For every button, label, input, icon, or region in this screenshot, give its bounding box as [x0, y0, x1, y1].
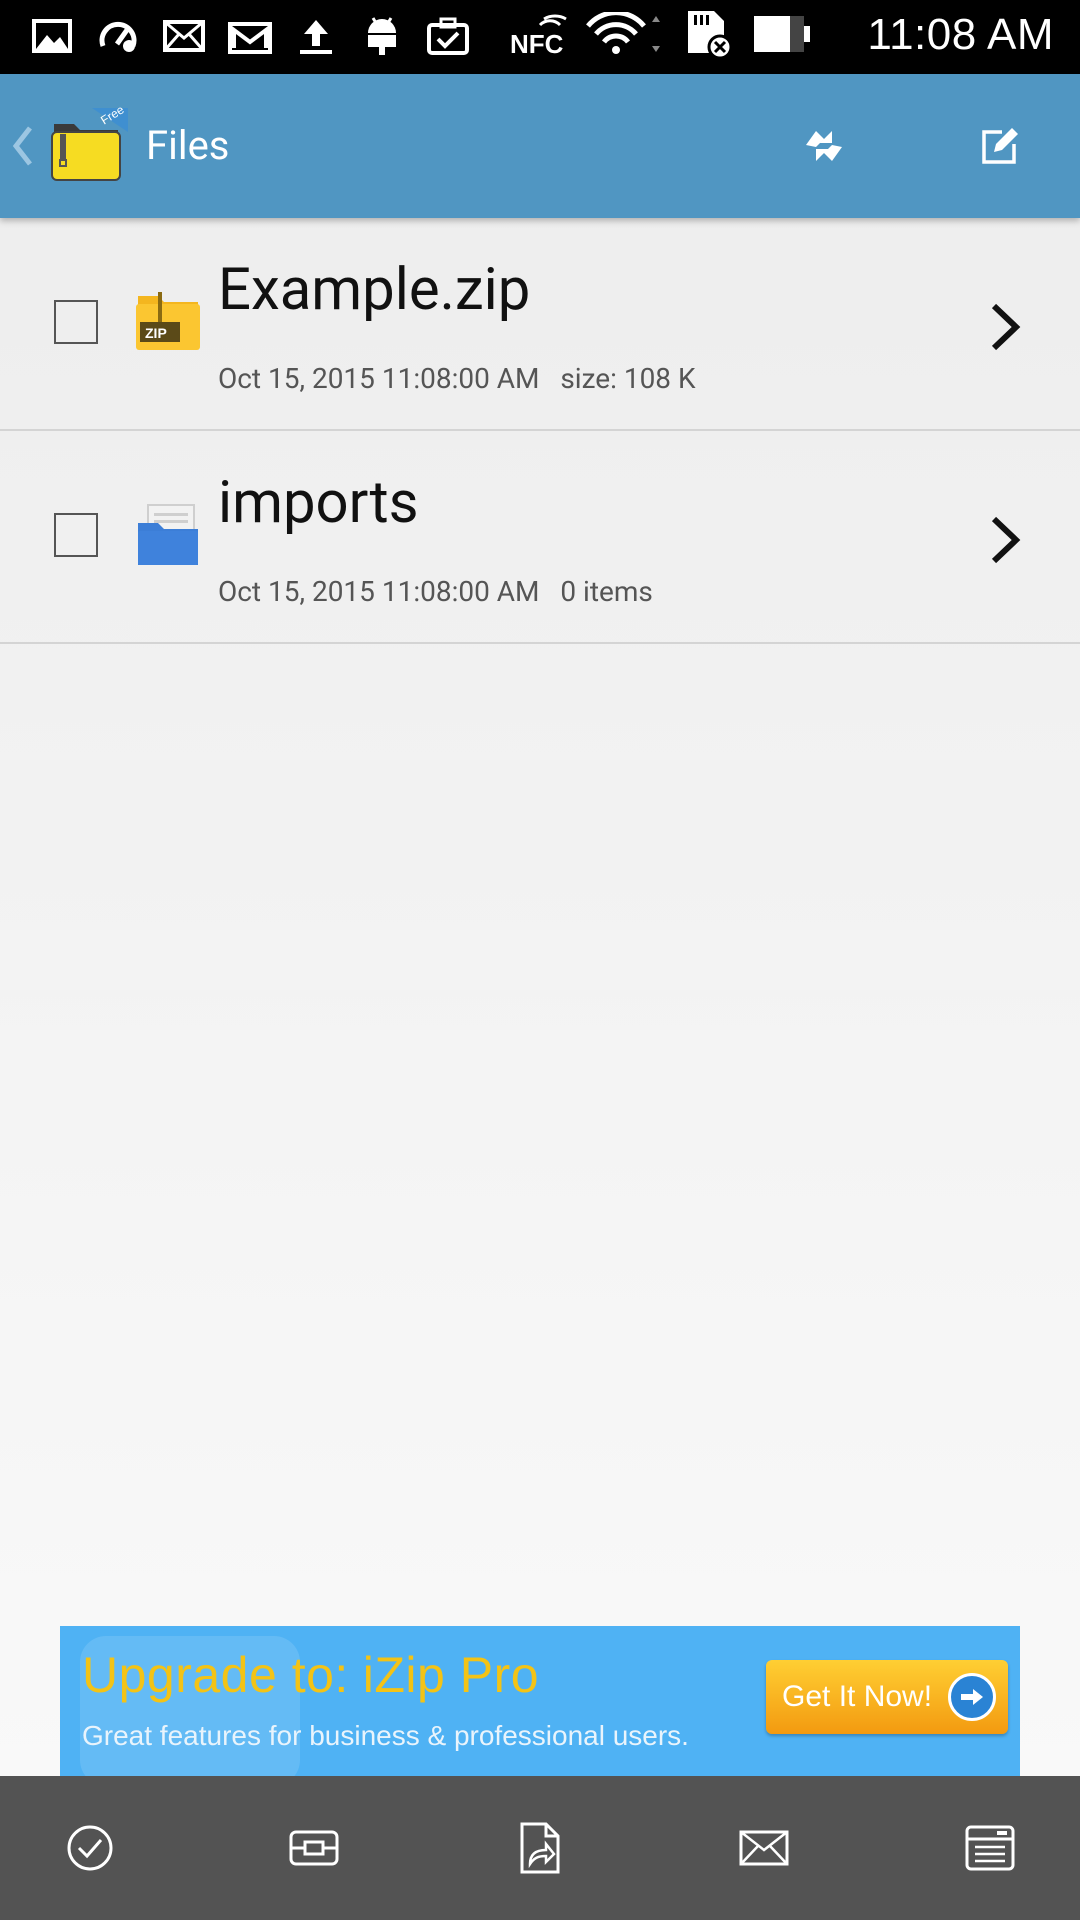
email-icon: [739, 1830, 789, 1866]
app-bar: Free Files: [0, 74, 1080, 218]
file-name: imports: [218, 469, 419, 537]
nfc-icon: NFC: [510, 12, 568, 57]
edit-button[interactable]: [972, 118, 1028, 174]
file-meta: Oct 15, 2015 11:08:00 AM 0 items: [218, 575, 653, 608]
archive-button[interactable]: [956, 1814, 1024, 1882]
speed-test-icon: [96, 14, 140, 58]
status-bar: NFC 11:08 AM: [0, 0, 1080, 74]
refresh-button[interactable]: [796, 118, 852, 174]
file-meta: Oct 15, 2015 11:08:00 AM size: 108 K: [218, 362, 696, 395]
wifi-icon: [586, 12, 666, 56]
battery-icon: [752, 12, 812, 56]
file-date: Oct 15, 2015 11:08:00 AM: [218, 575, 540, 608]
extract-icon: [289, 1830, 339, 1866]
bottom-toolbar: [0, 1776, 1080, 1920]
clipboard-check-icon: [426, 14, 470, 58]
file-name: Example.zip: [218, 256, 531, 324]
app-logo[interactable]: Free: [48, 102, 128, 190]
android-icon: [360, 14, 404, 58]
gmail-icon: [228, 14, 272, 58]
chevron-right-icon[interactable]: [988, 515, 1022, 569]
chevron-right-icon[interactable]: [988, 302, 1022, 356]
file-size: size: 108 K: [560, 362, 696, 395]
ad-title: Upgrade to: iZip Pro: [82, 1646, 539, 1704]
refresh-icon: [806, 131, 842, 161]
sd-card-error-icon: [684, 11, 734, 59]
back-button[interactable]: [10, 122, 34, 174]
share-icon: [520, 1822, 560, 1874]
notification-icons: [30, 14, 470, 58]
upload-icon: [294, 14, 338, 58]
nfc-label: NFC: [510, 29, 564, 57]
upgrade-ad-banner[interactable]: Upgrade to: iZip Pro Great features for b…: [60, 1626, 1020, 1776]
ad-subtitle: Great features for business & profession…: [82, 1720, 689, 1751]
ad-product-name: iZip Pro: [362, 1647, 540, 1703]
ad-title-prefix: Upgrade to:: [82, 1647, 349, 1703]
page-title: Files: [146, 122, 230, 169]
edit-icon: [982, 128, 1018, 164]
zip-file-icon: ZIP: [134, 290, 202, 356]
system-icons: NFC: [510, 11, 812, 59]
archive-icon: [965, 1825, 1015, 1871]
select-all-icon: [67, 1825, 113, 1871]
clock: 11:08 AM: [867, 10, 1054, 59]
file-date: Oct 15, 2015 11:08:00 AM: [218, 362, 540, 395]
cta-label: Get It Now!: [782, 1680, 933, 1713]
arrow-right-icon: [948, 1673, 996, 1721]
extract-button[interactable]: [280, 1814, 348, 1882]
zip-label: ZIP: [145, 325, 167, 341]
list-item[interactable]: ZIP Example.zip Oct 15, 2015 11:08:00 AM…: [0, 218, 1080, 431]
email-button[interactable]: [730, 1814, 798, 1882]
list-item[interactable]: imports Oct 15, 2015 11:08:00 AM 0 items: [0, 431, 1080, 644]
email-icon: [162, 14, 206, 58]
share-button[interactable]: [506, 1814, 574, 1882]
get-it-now-button[interactable]: Get It Now!: [766, 1660, 1008, 1734]
row-checkbox[interactable]: [54, 300, 98, 344]
file-list: ZIP Example.zip Oct 15, 2015 11:08:00 AM…: [0, 218, 1080, 644]
select-all-button[interactable]: [56, 1814, 124, 1882]
item-count: 0 items: [560, 575, 653, 608]
row-checkbox[interactable]: [54, 513, 98, 557]
gallery-icon: [30, 14, 74, 58]
folder-icon: [134, 503, 202, 569]
